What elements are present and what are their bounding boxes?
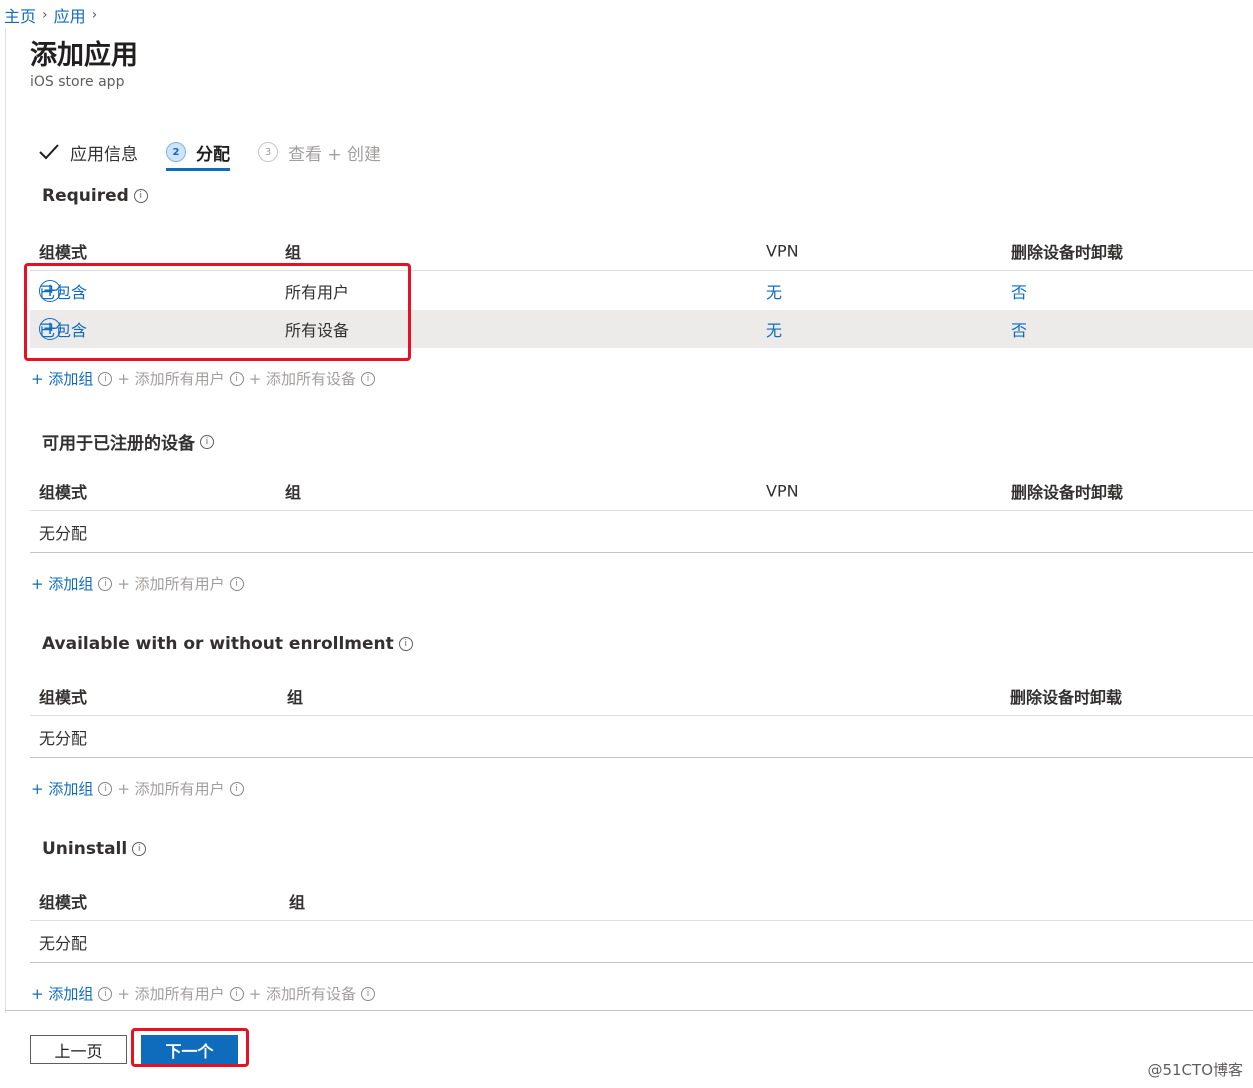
add-all-users-link[interactable]: + 添加所有用户: [117, 573, 224, 594]
section-title-required: Required i: [42, 186, 148, 206]
uninstall-link[interactable]: 否: [1011, 317, 1027, 341]
previous-button[interactable]: 上一页: [30, 1035, 127, 1064]
wizard-steps: 应用信息 2 分配 3 查看 + 创建: [38, 134, 381, 171]
enrolled-actions: + 添加组 i + 添加所有用户 i: [31, 573, 244, 594]
info-icon[interactable]: i: [398, 637, 413, 651]
col-header-uninstall: 删除设备时卸载: [1010, 687, 1123, 707]
step-label: 查看 + 创建: [288, 144, 382, 165]
col-header-group: 组: [285, 482, 302, 502]
table-row-empty: 无分配: [30, 511, 1253, 553]
col-header-mode: 组模式: [39, 482, 88, 502]
empty-message: 无分配: [39, 523, 88, 543]
col-header-uninstall: 删除设备时卸载: [1011, 482, 1124, 502]
section-title-text: 可用于已注册的设备: [42, 434, 195, 454]
vpn-link[interactable]: 无: [766, 317, 782, 341]
info-icon[interactable]: i: [200, 434, 214, 449]
table-header-uninstall: 组模式 组: [30, 881, 1253, 921]
info-icon[interactable]: i: [98, 576, 113, 591]
col-header-mode: 组模式: [39, 892, 88, 912]
section-title-enrolled: 可用于已注册的设备 i: [42, 429, 214, 454]
uninstall-actions: + 添加组 i + 添加所有用户 i + 添加所有设备 i: [31, 983, 376, 1004]
section-title-text: Required: [42, 186, 129, 206]
group-mode-link[interactable]: 已包含: [39, 279, 87, 303]
step-assignments[interactable]: 2 分配: [166, 135, 230, 171]
step-review-create[interactable]: 3 查看 + 创建: [258, 135, 381, 169]
breadcrumb-home-link[interactable]: 主页: [4, 3, 36, 27]
checkmark-icon: [39, 144, 59, 160]
col-header-group: 组: [287, 687, 304, 707]
info-icon[interactable]: i: [229, 986, 244, 1001]
add-all-users-link[interactable]: + 添加所有用户: [117, 983, 224, 1004]
add-group-link[interactable]: + 添加组: [31, 573, 93, 594]
info-icon[interactable]: i: [229, 781, 244, 796]
add-group-link[interactable]: + 添加组: [31, 983, 93, 1004]
info-icon[interactable]: i: [361, 986, 376, 1001]
info-icon[interactable]: i: [98, 371, 113, 386]
section-title-text: Uninstall: [42, 839, 128, 859]
empty-message: 无分配: [39, 933, 88, 953]
add-group-link[interactable]: + 添加组: [31, 368, 93, 389]
page-title: 添加应用: [30, 40, 138, 71]
available-actions: + 添加组 i + 添加所有用户 i: [31, 778, 244, 799]
col-header-uninstall: 删除设备时卸载: [1011, 242, 1124, 262]
required-actions: + 添加组 i + 添加所有用户 i + 添加所有设备 i: [31, 368, 376, 389]
table-row[interactable]: + 已包含 所有用户 无 否: [30, 272, 1253, 310]
group-cell: 所有用户: [285, 283, 350, 302]
uninstall-link[interactable]: 否: [1011, 279, 1027, 303]
info-icon[interactable]: i: [98, 986, 113, 1001]
panel-border: [5, 28, 6, 1013]
group-mode-link[interactable]: 已包含: [39, 317, 87, 341]
step-number: 3: [258, 142, 278, 162]
step-number: 2: [166, 142, 186, 162]
info-icon[interactable]: i: [361, 371, 376, 386]
next-button[interactable]: 下一个: [141, 1035, 238, 1064]
add-all-devices-link[interactable]: + 添加所有设备: [249, 983, 356, 1004]
breadcrumb: 主页 › 应用 ›: [4, 3, 97, 27]
section-title-uninstall: Uninstall i: [42, 839, 147, 859]
table-header-required: 组模式 组 VPN 删除设备时卸载: [30, 231, 1253, 271]
section-title-available: Available with or without enrollment i: [42, 634, 413, 654]
group-cell: 所有设备: [285, 321, 350, 340]
table-row-empty: 无分配: [30, 716, 1253, 758]
add-all-users-link[interactable]: + 添加所有用户: [117, 778, 224, 799]
chevron-right-icon: ›: [91, 7, 98, 23]
table-header-available: 组模式 组 删除设备时卸载: [30, 676, 1253, 716]
breadcrumb-apps-link[interactable]: 应用: [54, 3, 86, 27]
col-header-group: 组: [285, 242, 302, 262]
add-all-users-link[interactable]: + 添加所有用户: [117, 368, 224, 389]
table-header-enrolled: 组模式 组 VPN 删除设备时卸载: [30, 471, 1253, 511]
col-header-vpn: VPN: [766, 481, 799, 500]
step-label: 分配: [196, 144, 230, 165]
col-header-mode: 组模式: [39, 687, 88, 707]
vpn-link[interactable]: 无: [766, 279, 782, 303]
table-row-empty: 无分配: [30, 921, 1253, 963]
info-icon[interactable]: i: [132, 842, 147, 856]
info-icon[interactable]: i: [98, 781, 113, 796]
step-label: 应用信息: [70, 144, 138, 165]
table-row[interactable]: + 已包含 所有设备 无 否: [30, 310, 1253, 348]
col-header-vpn: VPN: [766, 241, 799, 260]
section-title-text: Available with or without enrollment: [42, 634, 394, 654]
col-header-group: 组: [289, 892, 306, 912]
empty-message: 无分配: [39, 728, 88, 748]
add-group-link[interactable]: + 添加组: [31, 778, 93, 799]
info-icon[interactable]: i: [229, 371, 244, 386]
page-subtitle: iOS store app: [30, 74, 125, 90]
col-header-mode: 组模式: [39, 242, 88, 262]
step-app-info[interactable]: 应用信息: [38, 135, 138, 169]
add-all-devices-link[interactable]: + 添加所有设备: [249, 368, 356, 389]
chevron-right-icon: ›: [42, 7, 48, 23]
info-icon[interactable]: i: [133, 189, 148, 203]
footer-divider: [5, 1010, 1253, 1011]
watermark: @51CTO博客: [1147, 1061, 1243, 1079]
info-icon[interactable]: i: [229, 576, 244, 591]
